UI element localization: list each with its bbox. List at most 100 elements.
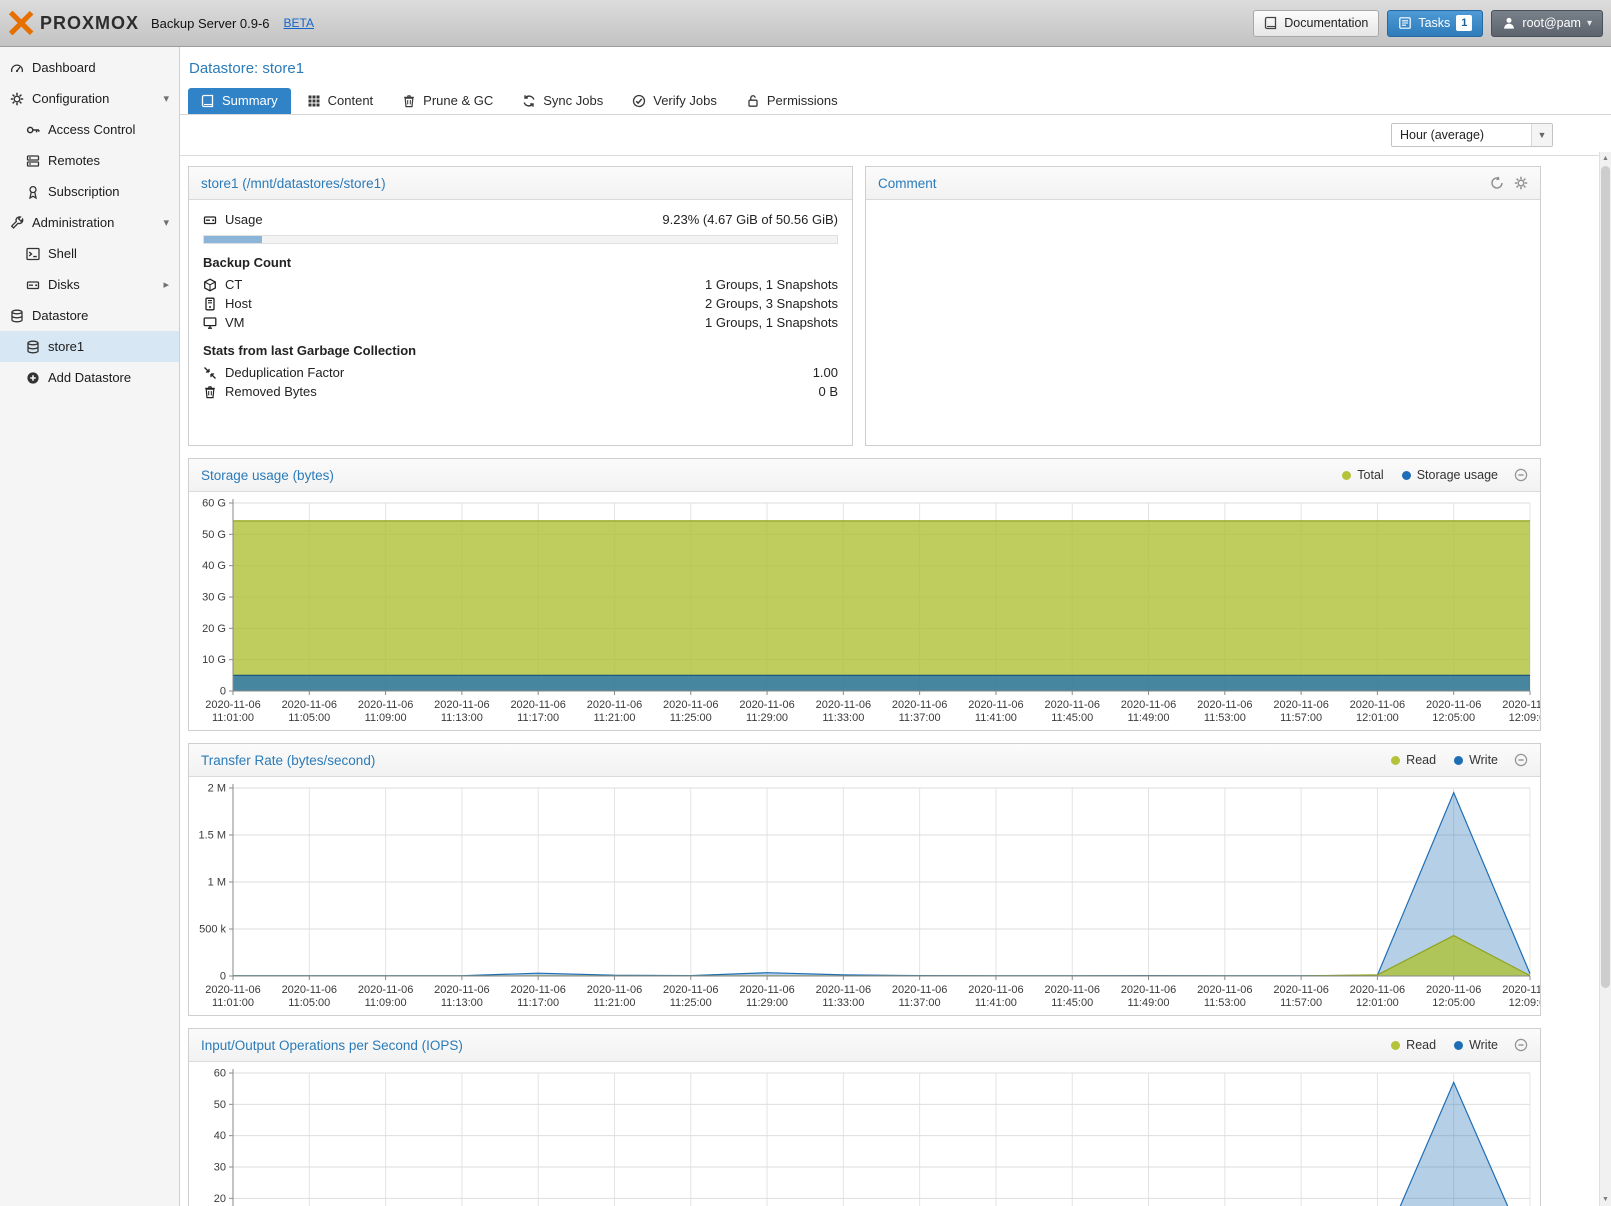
svg-text:11:25:00: 11:25:00	[670, 997, 712, 1009]
row-value: 1 Groups, 1 Snapshots	[705, 277, 838, 292]
tab-label: Content	[328, 93, 374, 108]
sidebar-item-disks[interactable]: Disks▸	[0, 269, 179, 300]
svg-text:2020-11-06: 2020-11-06	[358, 984, 413, 996]
database-icon	[26, 340, 40, 354]
svg-text:2020-11-06: 2020-11-06	[434, 699, 489, 711]
gc-stats-row-removed-bytes: Removed Bytes0 B	[203, 382, 838, 401]
legend-label: Storage usage	[1417, 468, 1498, 482]
svg-text:11:41:00: 11:41:00	[975, 712, 1017, 724]
svg-text:11:45:00: 11:45:00	[1051, 997, 1093, 1009]
settings-gear-icon[interactable]	[1514, 176, 1528, 190]
legend-label: Total	[1357, 468, 1383, 482]
sidebar-item-label: Administration	[32, 215, 114, 230]
comment-body[interactable]	[866, 200, 1540, 446]
legend-dot-icon	[1454, 1041, 1463, 1050]
svg-text:11:53:00: 11:53:00	[1204, 712, 1246, 724]
sidebar-item-add-datastore[interactable]: Add Datastore	[0, 362, 179, 393]
svg-text:2020-11-06: 2020-11-06	[1121, 984, 1176, 996]
caret-down-icon[interactable]: ▾	[163, 92, 169, 105]
combo-trigger-icon[interactable]: ▼	[1531, 124, 1552, 146]
svg-text:11:13:00: 11:13:00	[441, 712, 483, 724]
legend-item-write[interactable]: Write	[1454, 753, 1498, 767]
comment-panel-title: Comment	[878, 176, 937, 191]
svg-text:1 M: 1 M	[208, 877, 226, 889]
chart-plot-area: 010 G20 G30 G40 G50 G60 G2020-11-0611:01…	[189, 492, 1540, 730]
svg-text:2020-11-06: 2020-11-06	[816, 699, 871, 711]
database-icon	[10, 309, 24, 323]
legend-item-read[interactable]: Read	[1391, 753, 1436, 767]
row-label: VM	[225, 315, 245, 330]
legend-label: Write	[1469, 753, 1498, 767]
proxmox-x-icon	[8, 11, 34, 35]
svg-text:2020-11-06: 2020-11-06	[968, 984, 1023, 996]
scroll-down-arrow-icon[interactable]: ▼	[1600, 1193, 1611, 1206]
tab-sync-jobs[interactable]: Sync Jobs	[509, 88, 616, 114]
tab-verify-jobs[interactable]: Verify Jobs	[619, 88, 730, 114]
caret-down-icon[interactable]: ▾	[163, 216, 169, 229]
svg-text:11:05:00: 11:05:00	[288, 997, 330, 1009]
user-menu-button[interactable]: root@pam ▾	[1491, 10, 1603, 37]
sidebar-item-remotes[interactable]: Remotes	[0, 145, 179, 176]
book-icon	[1264, 16, 1278, 30]
sidebar-item-datastore[interactable]: Datastore	[0, 300, 179, 331]
sidebar-item-label: Add Datastore	[48, 370, 131, 385]
legend-item-storage-usage[interactable]: Storage usage	[1402, 468, 1498, 482]
tab-summary[interactable]: Summary	[188, 88, 291, 114]
collapse-icon[interactable]	[1514, 1038, 1528, 1052]
chart-title: Transfer Rate (bytes/second)	[201, 753, 375, 768]
svg-text:11:17:00: 11:17:00	[517, 997, 559, 1009]
tab-prune-gc[interactable]: Prune & GC	[389, 88, 506, 114]
svg-text:11:21:00: 11:21:00	[593, 997, 635, 1009]
row-value: 1.00	[813, 365, 838, 380]
svg-text:11:49:00: 11:49:00	[1128, 997, 1170, 1009]
documentation-button[interactable]: Documentation	[1253, 10, 1379, 37]
sidebar-item-dashboard[interactable]: Dashboard	[0, 52, 179, 83]
svg-text:11:13:00: 11:13:00	[441, 997, 483, 1009]
summary-content: store1 (/mnt/datastores/store1) Usage 9.…	[180, 156, 1611, 1206]
tab-label: Sync Jobs	[543, 93, 603, 108]
vertical-scrollbar[interactable]: ▲ ▼	[1599, 152, 1611, 1206]
collapse-icon[interactable]	[1514, 468, 1528, 482]
svg-text:2020-11-06: 2020-11-06	[1502, 699, 1540, 711]
scroll-up-arrow-icon[interactable]: ▲	[1600, 152, 1611, 165]
svg-text:20 G: 20 G	[202, 623, 226, 635]
svg-text:2020-11-06: 2020-11-06	[1273, 984, 1328, 996]
sidebar-item-subscription[interactable]: Subscription	[0, 176, 179, 207]
gc-stats-heading: Stats from last Garbage Collection	[203, 343, 838, 358]
row-value: 2 Groups, 3 Snapshots	[705, 296, 838, 311]
charts-region: Storage usage (bytes)TotalStorage usage0…	[188, 458, 1541, 1206]
timeframe-select[interactable]: Hour (average) ▼	[1391, 123, 1553, 147]
legend-item-read[interactable]: Read	[1391, 1038, 1436, 1052]
row-label: CT	[225, 277, 242, 292]
tasks-button[interactable]: Tasks 1	[1387, 10, 1483, 37]
tab-label: Verify Jobs	[653, 93, 717, 108]
svg-text:50 G: 50 G	[202, 529, 226, 541]
gear-icon	[10, 92, 24, 106]
scrollbar-thumb[interactable]	[1601, 166, 1610, 988]
tab-permissions[interactable]: Permissions	[733, 88, 851, 114]
verify-icon	[632, 94, 646, 108]
legend-item-total[interactable]: Total	[1342, 468, 1383, 482]
svg-text:11:37:00: 11:37:00	[899, 712, 941, 724]
sidebar-item-label: Configuration	[32, 91, 109, 106]
svg-text:2020-11-06: 2020-11-06	[205, 984, 260, 996]
beta-link[interactable]: BETA	[284, 16, 314, 30]
refresh-icon[interactable]	[1490, 176, 1504, 190]
chart-panel-input-output-operations-per-second-iops: Input/Output Operations per Second (IOPS…	[188, 1028, 1541, 1206]
backup-count-row-ct: CT 1 Groups, 1 Snapshots	[203, 275, 838, 294]
sidebar-item-configuration[interactable]: Configuration ▾	[0, 83, 179, 114]
svg-text:1.5 M: 1.5 M	[198, 830, 226, 842]
chart-legend: Read Write	[1391, 753, 1498, 767]
sidebar-item-shell[interactable]: Shell	[0, 238, 179, 269]
collapse-icon[interactable]	[1514, 753, 1528, 767]
svg-text:2020-11-06: 2020-11-06	[739, 984, 794, 996]
svg-text:12:09:00: 12:09:00	[1509, 997, 1540, 1009]
sidebar-item-store1[interactable]: store1	[0, 331, 179, 362]
sidebar-item-administration[interactable]: Administration ▾	[0, 207, 179, 238]
legend-item-write[interactable]: Write	[1454, 1038, 1498, 1052]
tab-content[interactable]: Content	[294, 88, 387, 114]
page-title: Datastore: store1	[189, 60, 304, 77]
sidebar-item-access-control[interactable]: Access Control	[0, 114, 179, 145]
caret-right-icon[interactable]: ▸	[163, 278, 169, 291]
row-value: 1 Groups, 1 Snapshots	[705, 315, 838, 330]
